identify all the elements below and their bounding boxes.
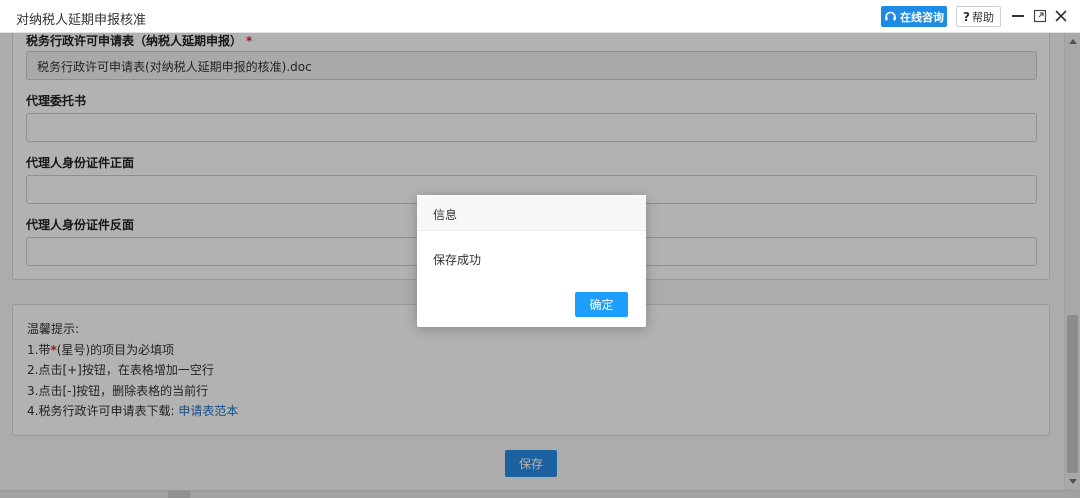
online-consult-label: 在线咨询	[900, 10, 944, 24]
minimize-icon[interactable]	[1010, 8, 1026, 24]
window-titlebar: 对纳税人延期申报核准 在线咨询 ? 帮助	[0, 0, 1080, 33]
dialog-message: 保存成功	[433, 253, 482, 267]
help-button[interactable]: ? 帮助	[956, 6, 1001, 27]
headset-icon	[885, 11, 896, 21]
dialog-title: 信息	[417, 195, 646, 231]
online-consult-button[interactable]: 在线咨询	[881, 6, 947, 27]
help-label: 帮助	[971, 10, 994, 24]
info-dialog: 信息 保存成功 确定	[417, 195, 646, 327]
close-icon[interactable]	[1053, 8, 1069, 24]
dialog-confirm-button[interactable]: 确定	[575, 292, 628, 317]
window-title: 对纳税人延期申报核准	[16, 13, 147, 28]
help-icon: ?	[963, 9, 970, 24]
maximize-icon[interactable]	[1032, 8, 1048, 24]
